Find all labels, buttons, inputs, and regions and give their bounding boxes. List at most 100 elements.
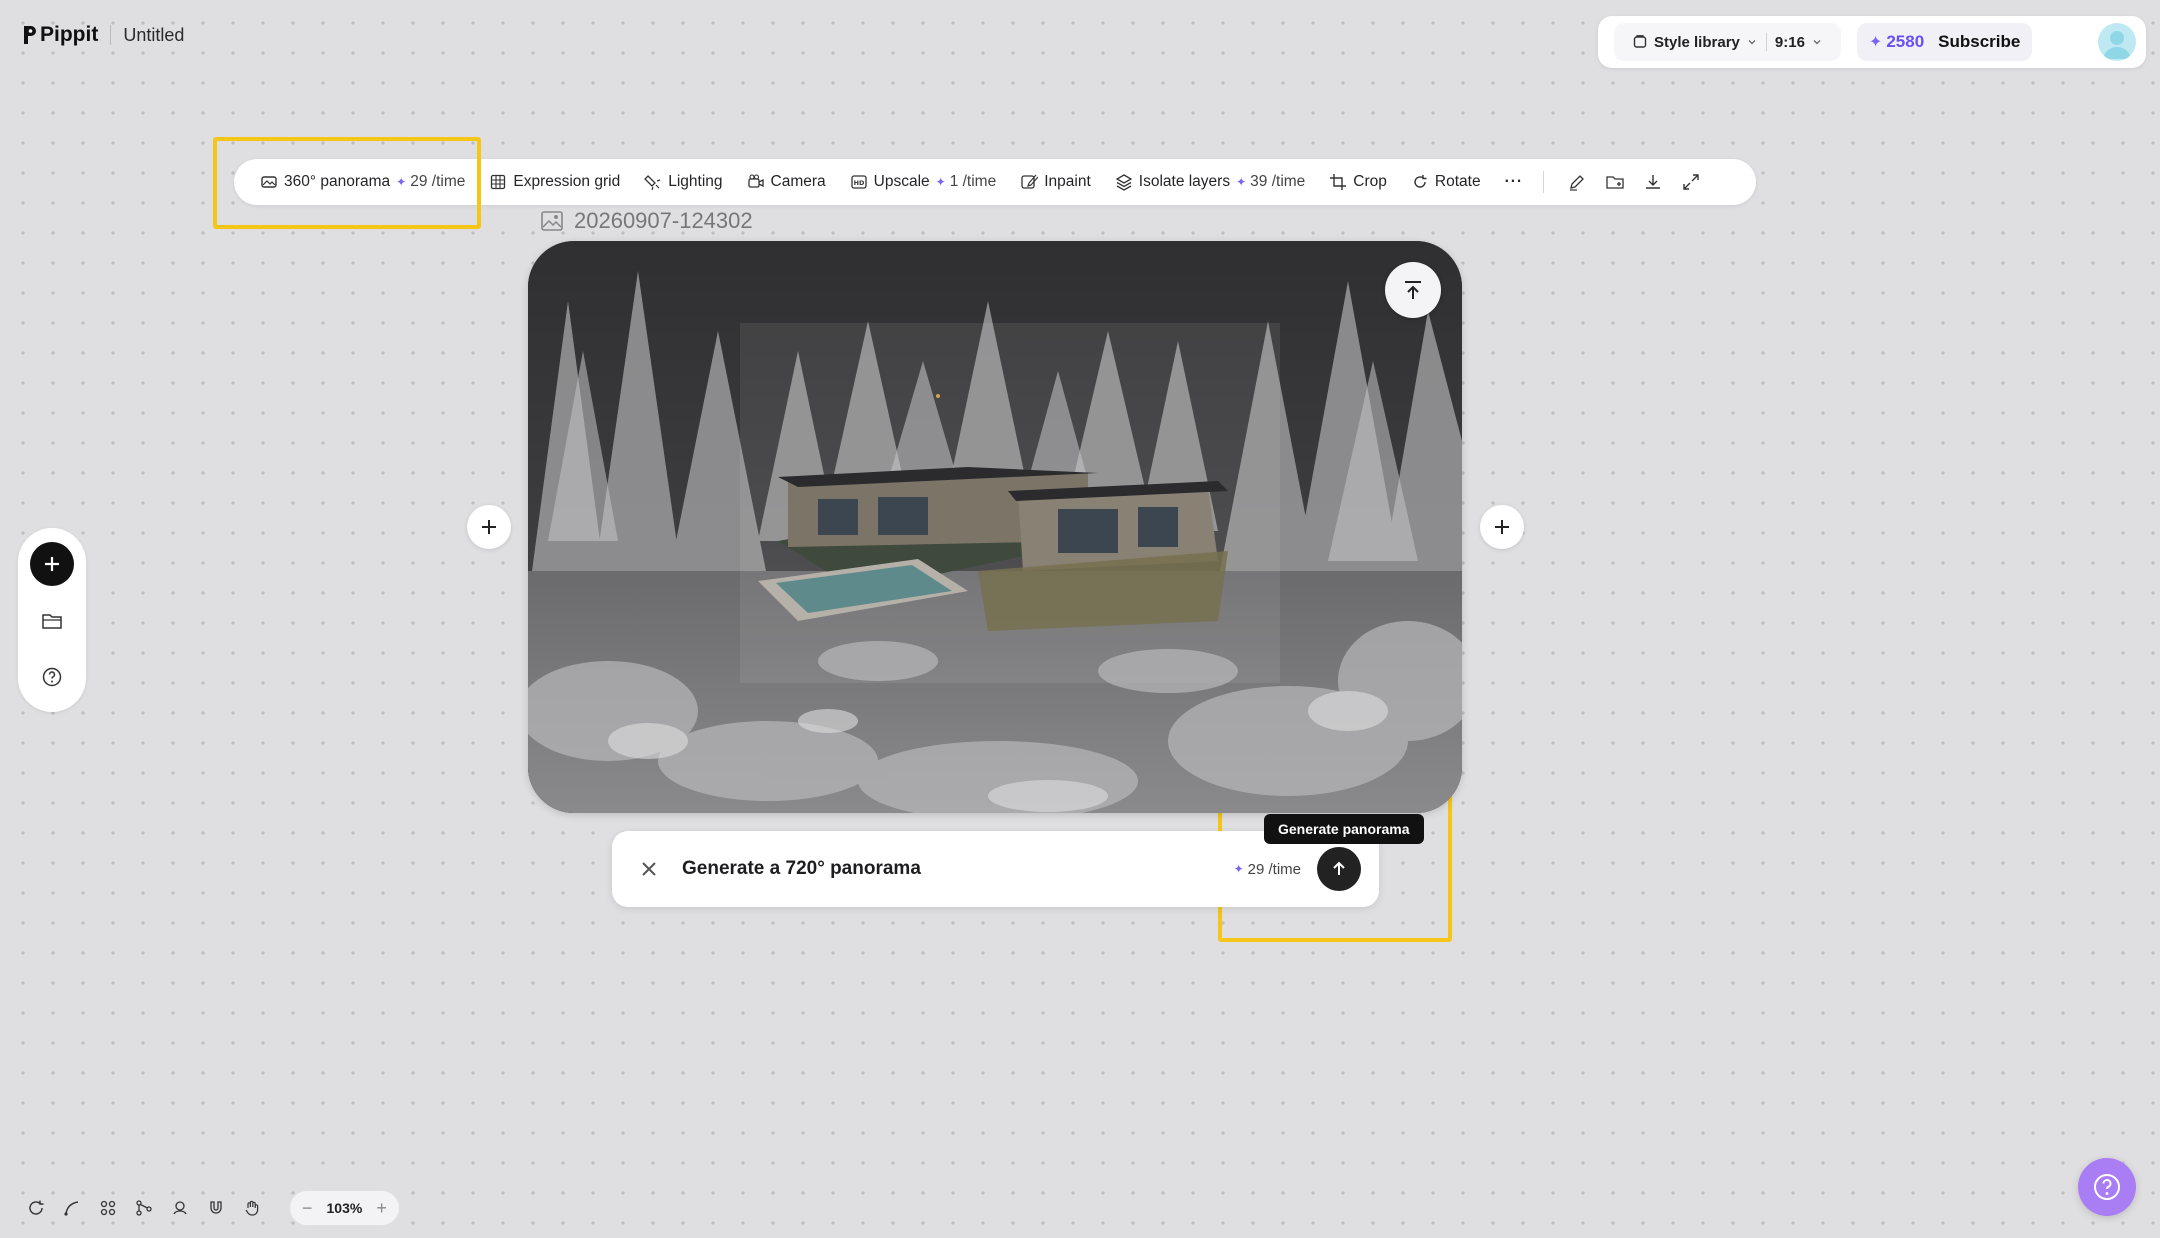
help-float-button[interactable] bbox=[2078, 1158, 2136, 1216]
credits-balance[interactable]: ✦ 2580 bbox=[1869, 32, 1924, 52]
brand-name: Pippit bbox=[40, 23, 99, 46]
prompt-bar: Generate a 720° panorama ✦ 29 /time bbox=[612, 831, 1379, 907]
prompt-cost: ✦ 29 /time bbox=[1234, 861, 1301, 878]
magnet-button[interactable] bbox=[198, 1190, 234, 1226]
bottom-toolbar: − 103% + bbox=[18, 1190, 399, 1226]
sparkle-icon: ✦ bbox=[1236, 175, 1247, 189]
camera-icon bbox=[747, 174, 764, 188]
sparkle-icon: ✦ bbox=[935, 175, 946, 189]
user-avatar[interactable] bbox=[2098, 23, 2136, 61]
chevron-down-icon bbox=[1813, 40, 1821, 45]
more-dots-icon: ··· bbox=[1504, 173, 1524, 190]
generate-panorama-button[interactable] bbox=[1317, 847, 1361, 891]
folder-add-icon bbox=[1606, 176, 1624, 189]
upscale-cost-value: 1 /time bbox=[949, 173, 997, 190]
lighting-icon bbox=[644, 175, 661, 191]
edit-button[interactable] bbox=[1558, 163, 1596, 201]
toolbar-rotate[interactable]: Rotate bbox=[1411, 159, 1495, 205]
components-button[interactable] bbox=[90, 1190, 126, 1226]
fullscreen-button[interactable] bbox=[1672, 163, 1710, 201]
image-upload-button[interactable] bbox=[1385, 262, 1441, 318]
rail-add-button[interactable] bbox=[30, 542, 74, 586]
upscale-label: Upscale bbox=[873, 173, 930, 190]
canvas-image[interactable] bbox=[528, 241, 1462, 813]
arrow-up-icon bbox=[1333, 861, 1345, 875]
prompt-text[interactable]: Generate a 720° panorama bbox=[682, 858, 1234, 880]
house-render-illustration bbox=[528, 241, 1462, 813]
add-left-button[interactable] bbox=[467, 505, 511, 549]
toolbar-isolate-layers[interactable]: Isolate layers ✦ 39 /time bbox=[1115, 159, 1320, 205]
generate-tooltip: Generate panorama bbox=[1264, 814, 1424, 844]
pippit-logo-icon bbox=[24, 26, 36, 44]
download-button[interactable] bbox=[1634, 163, 1672, 201]
location-button[interactable] bbox=[162, 1190, 198, 1226]
aspect-ratio-label: 9:16 bbox=[1774, 33, 1805, 51]
curve-icon bbox=[64, 1201, 79, 1216]
hand-icon bbox=[245, 1200, 259, 1216]
crop-label: Crop bbox=[1353, 173, 1387, 190]
toolbar-divider bbox=[1543, 171, 1545, 193]
camera-label: Camera bbox=[770, 173, 826, 190]
header-brand: Pippit Untitled bbox=[22, 20, 184, 50]
highlight-box-panorama bbox=[213, 137, 481, 229]
add-right-button[interactable] bbox=[1480, 505, 1524, 549]
zoom-control: − 103% + bbox=[290, 1191, 399, 1225]
aspect-ratio-button[interactable]: 9:16 bbox=[1767, 34, 1831, 51]
toolbar-upscale[interactable]: HD Upscale ✦ 1 /time bbox=[850, 159, 1011, 205]
zoom-out-button[interactable]: − bbox=[302, 1198, 313, 1219]
refresh-button[interactable] bbox=[18, 1190, 54, 1226]
rail-help-button[interactable] bbox=[30, 656, 74, 698]
image-icon bbox=[541, 211, 563, 231]
sparkle-icon: ✦ bbox=[1233, 862, 1244, 876]
isolate-layers-cost: ✦ 39 /time bbox=[1236, 173, 1305, 191]
inpaint-brush-icon bbox=[1021, 174, 1039, 189]
chevron-down-icon bbox=[1748, 40, 1756, 45]
rail-assets-button[interactable] bbox=[30, 600, 74, 642]
zoom-level[interactable]: 103% bbox=[327, 1200, 363, 1216]
folder-icon bbox=[42, 614, 62, 629]
hand-tool-button[interactable] bbox=[234, 1190, 270, 1226]
magnet-icon bbox=[210, 1201, 222, 1214]
toolbar-expression-grid[interactable]: Expression grid bbox=[489, 159, 634, 205]
components-icon bbox=[100, 1200, 116, 1216]
add-to-folder-button[interactable] bbox=[1596, 163, 1634, 201]
upscale-cost: ✦ 1 /time bbox=[936, 173, 997, 191]
layers-icon bbox=[1115, 174, 1133, 191]
style-library-button[interactable]: Style library bbox=[1624, 34, 1766, 51]
toolbar-crop[interactable]: Crop bbox=[1329, 159, 1401, 205]
credits-count: 2580 bbox=[1886, 32, 1925, 51]
image-label: 20260907-124302 bbox=[540, 208, 753, 234]
credits-subscribe: ✦ 2580 Subscribe bbox=[1856, 23, 2033, 61]
zoom-in-button[interactable]: + bbox=[376, 1198, 387, 1219]
toolbar-lighting[interactable]: Lighting bbox=[644, 159, 736, 205]
left-rail bbox=[18, 528, 86, 712]
branch-icon bbox=[136, 1200, 152, 1216]
upload-icon bbox=[1405, 281, 1421, 299]
refresh-icon bbox=[29, 1200, 44, 1215]
document-title[interactable]: Untitled bbox=[123, 25, 184, 46]
branch-button[interactable] bbox=[126, 1190, 162, 1226]
download-icon bbox=[1646, 175, 1661, 189]
isolate-cost-value: 39 /time bbox=[1250, 173, 1306, 190]
image-filename: 20260907-124302 bbox=[574, 208, 753, 233]
expand-icon bbox=[1683, 174, 1699, 190]
expression-grid-label: Expression grid bbox=[513, 173, 621, 190]
help-circle-icon bbox=[2094, 1174, 2120, 1200]
curve-tool-button[interactable] bbox=[54, 1190, 90, 1226]
style-ratio-pill: Style library 9:16 bbox=[1614, 23, 1841, 61]
style-library-icon bbox=[1633, 35, 1647, 48]
rotate-icon bbox=[1414, 175, 1427, 188]
location-icon bbox=[173, 1201, 187, 1215]
toolbar-inpaint[interactable]: Inpaint bbox=[1020, 159, 1105, 205]
lighting-label: Lighting bbox=[668, 173, 723, 190]
subscribe-button[interactable]: Subscribe bbox=[1938, 32, 2020, 52]
pen-icon bbox=[1570, 175, 1584, 191]
pippit-logo[interactable]: Pippit bbox=[22, 23, 98, 47]
toolbar-camera[interactable]: Camera bbox=[747, 159, 840, 205]
toolbar-more-button[interactable]: ··· bbox=[1505, 159, 1528, 205]
svg-text:HD: HD bbox=[853, 179, 864, 187]
grid-icon bbox=[491, 174, 506, 190]
upscale-icon: HD bbox=[850, 175, 867, 189]
close-icon[interactable] bbox=[636, 856, 662, 882]
help-circle-icon bbox=[42, 667, 62, 687]
